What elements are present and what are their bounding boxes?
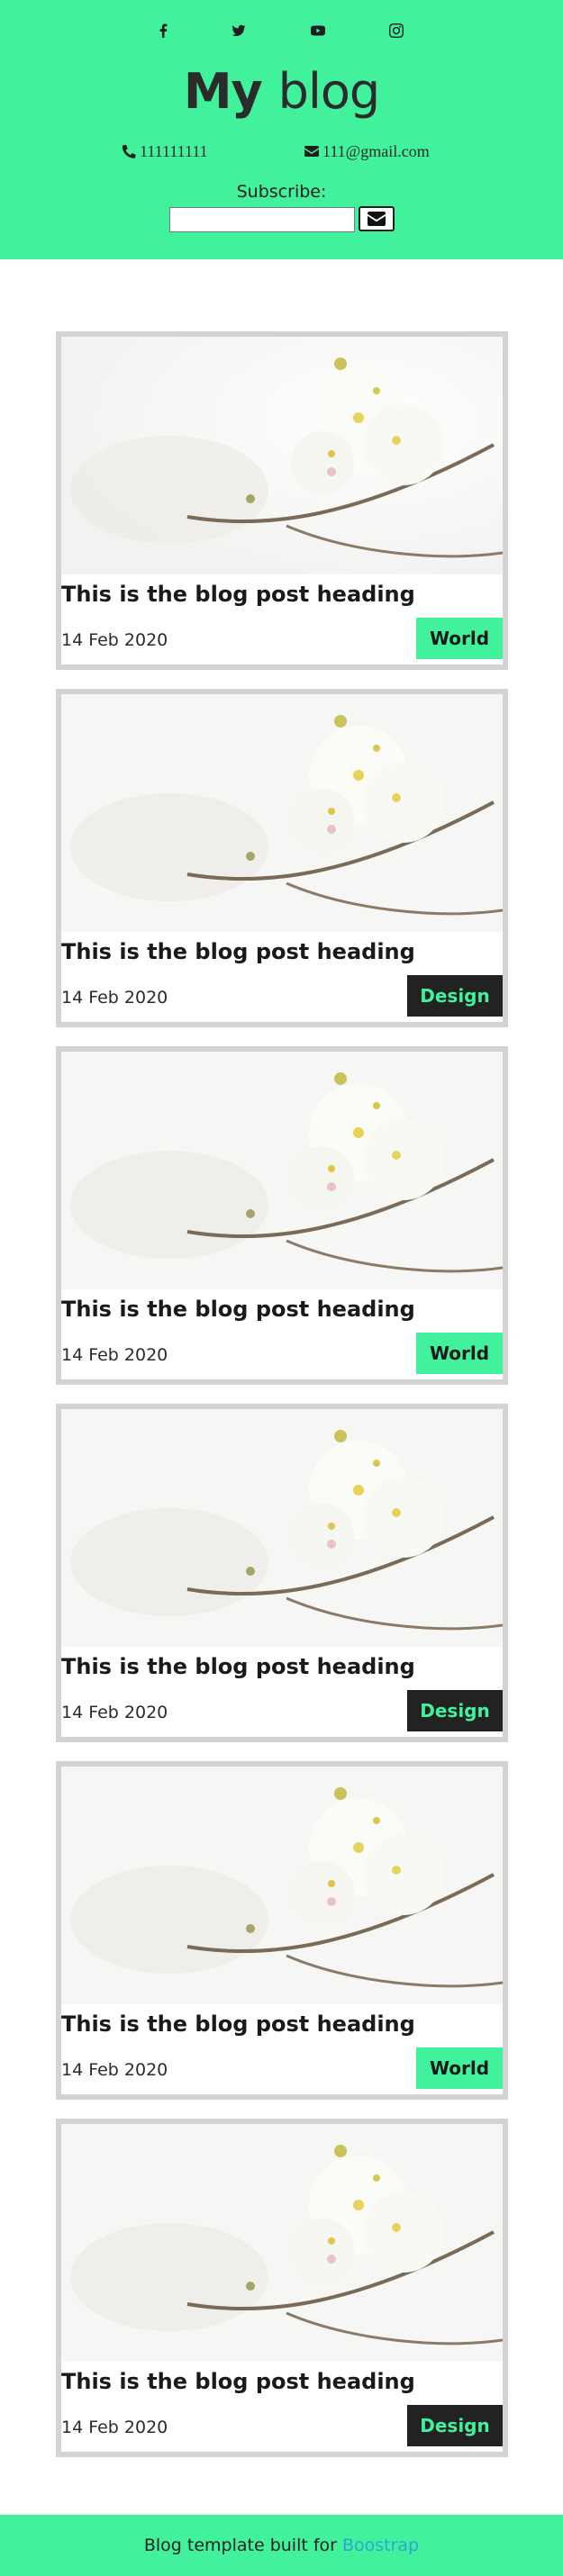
site-title: My blog bbox=[0, 59, 563, 124]
post-heading[interactable]: This is the blog post heading bbox=[61, 1654, 415, 1679]
site-title-rest: blog bbox=[277, 63, 381, 120]
post-heading[interactable]: This is the blog post heading bbox=[61, 2369, 415, 2394]
post-date: 14 Feb 2020 bbox=[61, 1703, 168, 1722]
post-tag-button[interactable]: World bbox=[416, 618, 503, 659]
post-heading[interactable]: This is the blog post heading bbox=[61, 939, 415, 964]
post-heading[interactable]: This is the blog post heading bbox=[61, 2011, 415, 2037]
post-image bbox=[61, 694, 503, 932]
envelope-icon bbox=[368, 212, 386, 226]
post-image bbox=[61, 337, 503, 574]
post-image bbox=[61, 1767, 503, 2004]
blog-post-card[interactable]: This is the blog post heading 14 Feb 202… bbox=[56, 1404, 508, 1742]
post-heading[interactable]: This is the blog post heading bbox=[61, 582, 415, 607]
post-date: 14 Feb 2020 bbox=[61, 2060, 168, 2080]
footer-text: Blog template built for bbox=[143, 2535, 337, 2555]
facebook-icon[interactable] bbox=[152, 20, 174, 41]
blog-post-card[interactable]: This is the blog post heading 14 Feb 202… bbox=[56, 1046, 508, 1385]
post-image bbox=[61, 1052, 503, 1289]
blog-post-card[interactable]: This is the blog post heading 14 Feb 202… bbox=[56, 2119, 508, 2457]
contact-phone: 111111111 bbox=[122, 140, 208, 162]
post-tag-button[interactable]: Design bbox=[407, 1690, 503, 1731]
post-date: 14 Feb 2020 bbox=[61, 1345, 168, 1365]
post-tag-button[interactable]: World bbox=[416, 2047, 503, 2089]
blog-post-card[interactable]: This is the blog post heading 14 Feb 202… bbox=[56, 689, 508, 1027]
site-title-bold: My bbox=[183, 63, 263, 120]
envelope-icon bbox=[304, 146, 319, 157]
twitter-icon[interactable] bbox=[228, 20, 250, 41]
footer-link[interactable]: Boostrap bbox=[342, 2535, 419, 2555]
blog-post-card[interactable]: This is the blog post heading 14 Feb 202… bbox=[56, 331, 508, 670]
instagram-icon[interactable] bbox=[386, 20, 407, 41]
post-image bbox=[61, 2124, 503, 2362]
subscribe-button[interactable] bbox=[359, 206, 395, 231]
email-address: 111@gmail.com bbox=[322, 141, 430, 160]
youtube-icon[interactable] bbox=[307, 20, 329, 41]
post-tag-button[interactable]: Design bbox=[407, 975, 503, 1017]
site-header: My blog 111111111 111@gmail.com Subscrib… bbox=[0, 0, 563, 259]
site-footer: Blog template built for Boostrap bbox=[0, 2515, 563, 2576]
post-date: 14 Feb 2020 bbox=[61, 630, 168, 650]
subscribe-label: Subscribe: bbox=[236, 182, 327, 202]
post-date: 14 Feb 2020 bbox=[61, 2418, 168, 2437]
post-heading[interactable]: This is the blog post heading bbox=[61, 1297, 415, 1322]
contact-email: 111@gmail.com bbox=[304, 140, 430, 162]
post-image bbox=[61, 1409, 503, 1647]
post-tag-button[interactable]: World bbox=[416, 1333, 503, 1374]
phone-icon bbox=[122, 144, 136, 158]
subscribe-email-input[interactable] bbox=[169, 207, 355, 232]
phone-number: 111111111 bbox=[140, 141, 208, 160]
post-date: 14 Feb 2020 bbox=[61, 988, 168, 1008]
blog-post-card[interactable]: This is the blog post heading 14 Feb 202… bbox=[56, 1761, 508, 2100]
post-tag-button[interactable]: Design bbox=[407, 2405, 503, 2446]
social-links bbox=[0, 20, 563, 41]
